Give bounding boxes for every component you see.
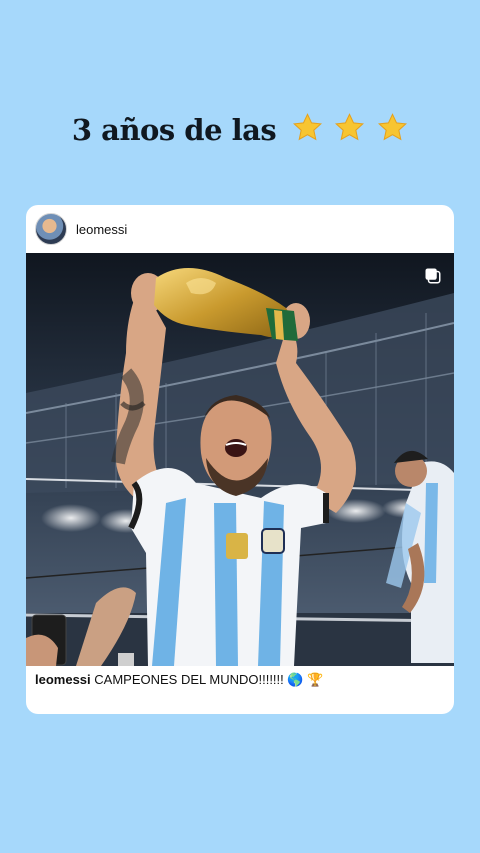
star-icon bbox=[292, 113, 322, 141]
profile-avatar-icon[interactable] bbox=[35, 213, 67, 245]
story-headline: 3 años de las bbox=[0, 112, 480, 150]
stadium-trophy-illustration bbox=[26, 253, 454, 666]
caption-username[interactable]: leomessi bbox=[35, 672, 91, 687]
post-header: leomessi bbox=[26, 205, 454, 253]
instagram-post-card[interactable]: leomessi leomessi CAMPEONES DEL MUNDO!!!… bbox=[26, 205, 454, 714]
post-photo[interactable] bbox=[26, 253, 454, 666]
stars-row bbox=[290, 112, 408, 150]
caption-emojis: 🌎 🏆 bbox=[287, 672, 324, 687]
star-icon bbox=[335, 113, 365, 141]
multiple-media-icon bbox=[425, 268, 441, 284]
caption-text: CAMPEONES DEL MUNDO!!!!!!! bbox=[94, 672, 284, 687]
post-username[interactable]: leomessi bbox=[76, 222, 127, 237]
post-caption: leomessi CAMPEONES DEL MUNDO!!!!!!! 🌎 🏆 bbox=[35, 672, 323, 688]
star-icon bbox=[378, 113, 408, 141]
headline-text: 3 años de las bbox=[71, 113, 277, 147]
